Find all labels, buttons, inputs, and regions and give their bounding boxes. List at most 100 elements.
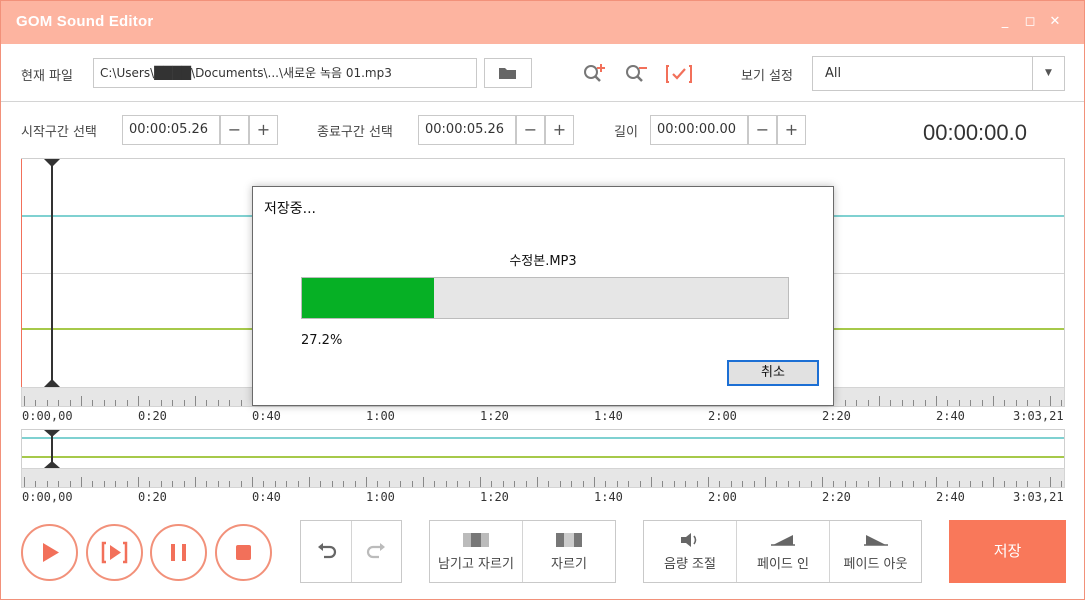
time-label: 0:20 xyxy=(138,409,167,423)
ruler-tick xyxy=(206,400,208,406)
ruler-tick xyxy=(947,481,949,487)
current-file-label: 현재 파일 xyxy=(21,69,73,84)
playhead-bottom-handle[interactable] xyxy=(44,379,60,387)
ruler-tick xyxy=(103,481,105,487)
ruler-tick xyxy=(229,481,231,487)
time-label: 0:00,00 xyxy=(22,409,73,423)
ruler-tick xyxy=(46,400,48,406)
ruler-tick xyxy=(958,481,960,487)
ruler-tick xyxy=(35,481,37,487)
ruler-tick xyxy=(924,400,926,406)
stop-button[interactable] xyxy=(215,524,272,581)
ruler-tick xyxy=(286,481,288,487)
start-minus-button[interactable]: − xyxy=(220,115,249,145)
ruler-tick xyxy=(217,481,219,487)
end-time-input[interactable]: 00:00:05.26 xyxy=(418,115,516,145)
fade-in-label: 페이드 인 xyxy=(757,557,809,572)
trim-button[interactable]: 자르기 xyxy=(523,521,615,582)
ruler-tick xyxy=(742,481,744,487)
ruler-tick xyxy=(480,477,481,487)
pause-button[interactable] xyxy=(150,524,207,581)
length-label: 길이 xyxy=(614,125,638,140)
ruler-tick xyxy=(309,477,310,487)
length-plus-button[interactable]: + xyxy=(777,115,806,145)
ruler-tick xyxy=(1050,477,1051,487)
pause-icon xyxy=(171,544,186,561)
ruler-tick xyxy=(765,477,766,487)
ruler-tick xyxy=(970,400,972,406)
ruler-tick xyxy=(719,481,721,487)
ruler-tick xyxy=(35,400,37,406)
save-progress-text: 27.2% xyxy=(301,333,343,348)
volume-button[interactable]: 음량 조절 xyxy=(644,521,737,582)
start-time-input[interactable]: 00:00:05.26 xyxy=(122,115,220,145)
end-minus-button[interactable]: − xyxy=(516,115,545,145)
view-settings-select[interactable]: All ▼ xyxy=(812,56,1065,91)
trim-label: 자르기 xyxy=(551,557,587,572)
ruler-tick xyxy=(92,400,94,406)
undo-button[interactable] xyxy=(301,521,352,582)
chevron-down-icon: ▼ xyxy=(1032,57,1064,90)
length-input[interactable]: 00:00:00.00 xyxy=(650,115,748,145)
save-button[interactable]: 저장 xyxy=(949,520,1066,583)
ruler-tick xyxy=(320,481,322,487)
ruler-tick xyxy=(377,481,379,487)
close-button[interactable]: ✕ xyxy=(1046,13,1064,31)
ruler-tick xyxy=(1038,481,1040,487)
open-folder-button[interactable] xyxy=(484,58,532,88)
length-minus-button[interactable]: − xyxy=(748,115,777,145)
fade-in-button[interactable]: 페이드 인 xyxy=(737,521,830,582)
playhead[interactable] xyxy=(44,159,60,387)
play-selection-button[interactable] xyxy=(86,524,143,581)
end-plus-button[interactable]: + xyxy=(545,115,574,145)
ruler-tick xyxy=(514,481,516,487)
keep-trim-button[interactable]: 남기고 자르기 xyxy=(430,521,523,582)
ruler-tick xyxy=(1038,400,1040,406)
ruler-tick xyxy=(126,400,128,406)
effects-group: 음량 조절 페이드 인 페이드 아웃 xyxy=(643,520,922,583)
ruler-tick xyxy=(844,400,846,406)
ruler-tick xyxy=(240,400,242,406)
ruler-tick xyxy=(126,481,128,487)
ruler-tick xyxy=(981,400,983,406)
time-label: 0:00,00 xyxy=(22,490,73,504)
header-divider xyxy=(1,101,1084,102)
time-label: 0:20 xyxy=(138,490,167,504)
ruler-tick xyxy=(445,481,447,487)
fit-selection-icon[interactable] xyxy=(665,62,693,86)
volume-icon xyxy=(681,533,697,547)
cancel-button[interactable]: 취소 xyxy=(727,360,819,386)
ruler-tick xyxy=(172,400,174,406)
time-label: 1:00 xyxy=(366,490,395,504)
play-button[interactable] xyxy=(21,524,78,581)
ruler-tick xyxy=(468,481,470,487)
ruler-tick xyxy=(958,400,960,406)
ruler-tick xyxy=(662,481,664,487)
ruler-tick xyxy=(1050,396,1051,406)
app-window: GOM Sound Editor _ ◻ ✕ 현재 파일 C:\Users\██… xyxy=(0,0,1085,600)
start-marker xyxy=(21,159,22,387)
zoom-out-icon[interactable] xyxy=(623,62,649,86)
ruler-tick xyxy=(217,400,219,406)
overview-area[interactable] xyxy=(21,429,1065,469)
ruler-tick xyxy=(879,396,880,406)
ruler-tick xyxy=(901,400,903,406)
dialog-filename: 수정본.MP3 xyxy=(509,254,577,269)
ruler-tick xyxy=(651,477,652,487)
ruler-tick xyxy=(115,400,117,406)
ruler-tick xyxy=(58,400,60,406)
overview-ruler xyxy=(21,468,1065,488)
ruler-tick xyxy=(616,481,618,487)
title-bar: GOM Sound Editor _ ◻ ✕ xyxy=(1,1,1084,44)
ruler-tick xyxy=(206,481,208,487)
ruler-tick xyxy=(69,481,71,487)
minimize-button[interactable]: _ xyxy=(996,13,1014,31)
start-plus-button[interactable]: + xyxy=(249,115,278,145)
redo-button[interactable] xyxy=(352,521,402,582)
playhead-top-handle[interactable] xyxy=(44,159,60,167)
ruler-tick xyxy=(537,477,538,487)
zoom-in-icon[interactable] xyxy=(581,62,607,86)
maximize-button[interactable]: ◻ xyxy=(1021,13,1039,31)
overview-playhead[interactable] xyxy=(44,430,60,468)
fade-out-button[interactable]: 페이드 아웃 xyxy=(830,521,921,582)
